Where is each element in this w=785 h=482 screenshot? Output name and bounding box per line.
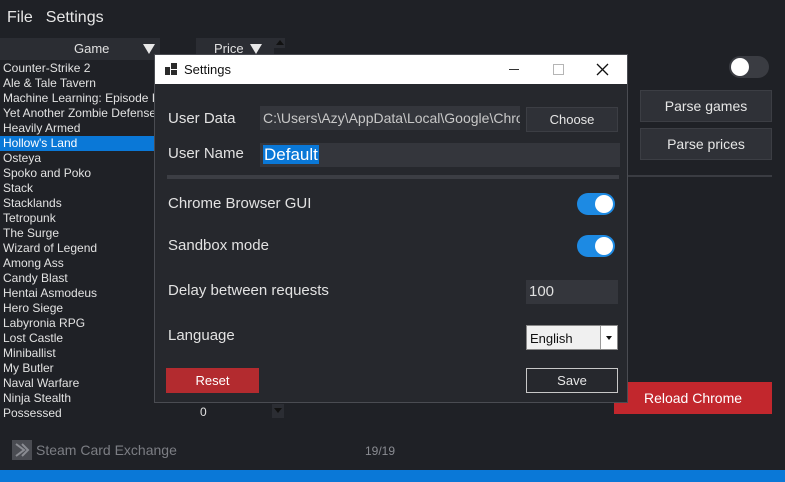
user-name-value: Default (263, 145, 319, 164)
table-row[interactable]: Miniballist (0, 346, 160, 361)
user-data-field[interactable]: C:\Users\Azy\AppData\Local\Google\Chrome (260, 106, 520, 130)
window-icon (165, 63, 177, 75)
table-row[interactable]: Hero Siege (0, 301, 160, 316)
app-name: Steam Card Exchange (36, 442, 177, 458)
sort-arrow-icon[interactable] (143, 44, 155, 54)
maximize-icon (536, 55, 580, 84)
table-row[interactable]: Tetropunk (0, 211, 160, 226)
choose-button[interactable]: Choose (526, 107, 618, 132)
scroll-up-button[interactable] (274, 38, 285, 48)
chrome-gui-label: Chrome Browser GUI (168, 195, 312, 212)
save-button[interactable]: Save (526, 368, 618, 393)
table-row[interactable]: My Butler (0, 361, 160, 376)
chevron-down-icon[interactable] (600, 326, 617, 349)
table-row[interactable]: Stack (0, 181, 160, 196)
dialog-title-bar[interactable]: Settings (155, 55, 627, 84)
table-row[interactable]: Wizard of Legend (0, 241, 160, 256)
toggle-knob (595, 237, 613, 255)
table-row[interactable]: Spoko and Poko (0, 166, 160, 181)
toggle-knob (595, 195, 613, 213)
user-data-label: User Data (168, 110, 236, 127)
game-list: Counter-Strike 2 Ale & Tale Tavern Machine… (0, 61, 160, 421)
column-header-game-label: Game (74, 41, 110, 56)
table-row[interactable]: Candy Blast (0, 271, 160, 286)
delay-label: Delay between requests (168, 282, 329, 299)
table-row[interactable]: Counter-Strike 2 (0, 61, 160, 76)
price-cell[interactable]: 0 (196, 405, 272, 420)
parse-prices-button[interactable]: Parse prices (640, 128, 772, 160)
main-toggle[interactable] (729, 56, 769, 78)
reset-button[interactable]: Reset (166, 368, 259, 393)
table-row[interactable]: Machine Learning: Episode I (0, 91, 160, 106)
chrome-gui-toggle[interactable] (577, 193, 615, 215)
table-row[interactable]: Ninja Stealth (0, 391, 160, 406)
toggle-knob (731, 58, 749, 76)
language-label: Language (168, 327, 235, 344)
table-row[interactable]: Hollow's Land (0, 136, 160, 151)
app-logo-icon (12, 440, 32, 460)
close-icon[interactable] (580, 55, 624, 84)
menu-bar: File Settings (0, 0, 785, 36)
table-row[interactable]: Heavily Armed (0, 121, 160, 136)
table-row[interactable]: Among Ass (0, 256, 160, 271)
column-header-game[interactable]: Game (0, 38, 160, 60)
sort-arrow-icon[interactable] (250, 44, 262, 54)
language-select[interactable]: English (526, 325, 618, 350)
table-row[interactable]: Yet Another Zombie Defense (0, 106, 160, 121)
divider (167, 175, 619, 179)
reload-chrome-button[interactable]: Reload Chrome (614, 382, 772, 414)
settings-dialog: Settings User Data C:\Users\Azy\AppData\… (154, 54, 628, 403)
sandbox-label: Sandbox mode (168, 237, 269, 254)
progress-bar (0, 470, 785, 482)
table-row[interactable]: Naval Warfare (0, 376, 160, 391)
dialog-title: Settings (184, 62, 231, 77)
menu-file[interactable]: File (7, 9, 33, 27)
scroll-down-button[interactable] (272, 404, 284, 418)
divider (626, 175, 772, 177)
minimize-icon[interactable] (492, 55, 536, 84)
user-name-field[interactable]: Default (260, 143, 620, 167)
parse-games-button[interactable]: Parse games (640, 90, 772, 122)
table-row[interactable]: Possessed (0, 406, 160, 421)
language-value: English (530, 331, 573, 346)
user-name-label: User Name (168, 145, 244, 162)
table-row[interactable]: Hentai Asmodeus (0, 286, 160, 301)
delay-input[interactable]: 100 (526, 280, 618, 304)
table-row[interactable]: The Surge (0, 226, 160, 241)
item-count: 19/19 (365, 444, 396, 458)
table-row[interactable]: Lost Castle (0, 331, 160, 346)
sandbox-toggle[interactable] (577, 235, 615, 257)
table-row[interactable]: Ale & Tale Tavern (0, 76, 160, 91)
table-row[interactable]: Osteya (0, 151, 160, 166)
table-row[interactable]: Labyronia RPG (0, 316, 160, 331)
table-row[interactable]: Stacklands (0, 196, 160, 211)
menu-settings[interactable]: Settings (46, 9, 104, 27)
